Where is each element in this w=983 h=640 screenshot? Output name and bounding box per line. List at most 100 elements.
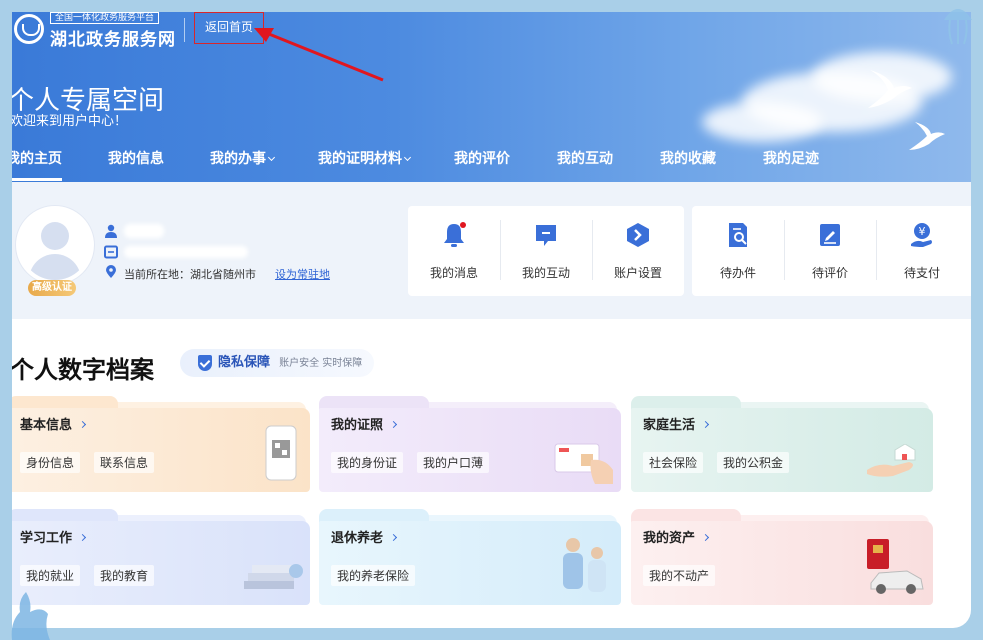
nav-tab-label: 我的评价 xyxy=(454,151,510,167)
shield-icon xyxy=(198,355,212,371)
category-card-study-work[interactable]: 学习工作 我的就业 我的教育 xyxy=(12,509,310,605)
avatar[interactable] xyxy=(16,206,94,284)
chevron-right-icon xyxy=(389,420,398,429)
elderly-couple-icon xyxy=(563,538,606,592)
chat-icon xyxy=(536,225,556,246)
nav-tab-label: 我的足迹 xyxy=(763,151,819,167)
jellyfish-decoration-icon xyxy=(944,9,972,45)
page-subtitle: 欢迎来到用户中心！ xyxy=(12,114,128,129)
payment-icon: ¥ xyxy=(911,223,932,247)
user-id-masked xyxy=(124,246,248,258)
category-card-family-life[interactable]: 家庭生活 社会保险 我的公积金 xyxy=(631,396,933,492)
chevron-right-icon xyxy=(701,533,710,542)
category-title-text: 学习工作 xyxy=(20,531,73,546)
user-icon xyxy=(105,224,117,238)
category-title: 学习工作 xyxy=(20,527,87,546)
coral-decoration-icon xyxy=(11,592,51,640)
category-title-text: 我的资产 xyxy=(643,531,696,546)
nav-tab-favorites[interactable]: 我的收藏 xyxy=(660,148,716,182)
quick-account-settings[interactable]: 账户设置 xyxy=(592,206,684,296)
header-divider xyxy=(184,18,185,42)
quick-actions-tasks: 待办件 待评价 ¥ 待支付 xyxy=(692,206,971,296)
quick-pending-payment[interactable]: ¥ 待支付 xyxy=(876,206,968,296)
nav-tab-label: 我的证明材料 xyxy=(318,151,402,167)
quick-pending-review[interactable]: 待评价 xyxy=(784,206,876,296)
id-card-icon xyxy=(104,245,118,259)
category-title-text: 我的证照 xyxy=(331,418,384,433)
chevron-right-icon xyxy=(701,420,710,429)
tag-housing-fund[interactable]: 我的公积金 xyxy=(717,452,790,473)
chevron-down-icon xyxy=(267,153,276,162)
category-card-retirement[interactable]: 退休养老 我的养老保险 xyxy=(319,509,621,605)
nav-tab-label: 我的互动 xyxy=(557,151,613,167)
app-window: 全国一体化政务服务平台 湖北政务服务网 返回首页 个人专属空间 欢迎来到用户中心… xyxy=(12,12,971,628)
category-title-text: 退休养老 xyxy=(331,531,384,546)
chevron-down-icon xyxy=(403,153,412,162)
set-residence-link[interactable]: 设为常驻地 xyxy=(275,266,330,282)
category-title-text: 家庭生活 xyxy=(643,418,696,433)
books-icon xyxy=(244,564,303,589)
quick-pending-items[interactable]: 待办件 xyxy=(692,206,784,296)
privacy-desc: 账户安全 实时保障 xyxy=(279,358,363,369)
nav-tab-home[interactable]: 我的主页 xyxy=(12,148,62,182)
logo-subtitle: 全国一体化政务服务平台 xyxy=(50,12,160,24)
category-title: 退休养老 xyxy=(331,527,398,546)
quick-label: 账户设置 xyxy=(613,266,662,280)
chevron-right-icon xyxy=(78,533,87,542)
tag-household-register[interactable]: 我的户口薄 xyxy=(417,452,490,473)
nav-tab-reviews[interactable]: 我的评价 xyxy=(454,148,510,182)
tag-employment[interactable]: 我的就业 xyxy=(20,565,81,586)
privacy-title: 隐私保障 xyxy=(218,355,271,370)
quick-actions-account: 我的消息 我的互动 账户设置 xyxy=(408,206,684,296)
quick-my-messages[interactable]: 我的消息 xyxy=(408,206,500,296)
logo-title: 湖北政务服务网 xyxy=(50,30,176,50)
category-title-text: 基本信息 xyxy=(20,418,73,433)
category-tags: 我的养老保险 xyxy=(331,565,416,586)
nav-tab-affairs[interactable]: 我的办事 xyxy=(210,148,276,182)
quick-label: 待支付 xyxy=(903,266,940,280)
category-title: 家庭生活 xyxy=(643,414,710,433)
avatar-head xyxy=(41,222,69,250)
archive-title: 个人数字档案 xyxy=(12,356,154,384)
tag-contact-info[interactable]: 联系信息 xyxy=(94,452,155,473)
tag-pension-insurance[interactable]: 我的养老保险 xyxy=(331,565,416,586)
category-title: 基本信息 xyxy=(20,414,87,433)
bird-icon xyxy=(909,122,945,150)
quick-label: 待办件 xyxy=(719,266,756,280)
tag-identity-info[interactable]: 身份信息 xyxy=(20,452,81,473)
id-card-hand-icon xyxy=(554,443,613,484)
settings-hex-icon xyxy=(627,223,649,247)
tag-real-estate[interactable]: 我的不动产 xyxy=(643,565,716,586)
category-title: 我的资产 xyxy=(643,527,710,546)
nav-tab-label: 我的主页 xyxy=(12,151,62,167)
nav-tab-label: 我的信息 xyxy=(108,151,164,167)
tag-social-insurance[interactable]: 社会保险 xyxy=(643,452,704,473)
profile-section: 高级认证 当前所在地：湖北省随州市 设为常驻地 我的消息 我的互动 账户设置 待… xyxy=(12,182,971,319)
category-card-certificates[interactable]: 我的证照 我的身份证 我的户口薄 xyxy=(319,396,621,492)
quick-my-interaction[interactable]: 我的互动 xyxy=(500,206,592,296)
property-car-icon xyxy=(867,539,924,594)
chevron-right-icon xyxy=(389,533,398,542)
phone-qr-icon xyxy=(265,425,297,481)
hand-house-icon xyxy=(867,444,916,477)
location-icon xyxy=(106,265,116,278)
chevron-right-icon xyxy=(78,420,87,429)
tag-id-card[interactable]: 我的身份证 xyxy=(331,452,404,473)
nav-tab-footprints[interactable]: 我的足迹 xyxy=(763,148,819,182)
bell-icon xyxy=(444,222,466,247)
tag-education[interactable]: 我的教育 xyxy=(94,565,155,586)
category-card-assets[interactable]: 我的资产 我的不动产 xyxy=(631,509,933,605)
nav-tab-info[interactable]: 我的信息 xyxy=(108,148,164,182)
nav-tab-certificates[interactable]: 我的证明材料 xyxy=(318,148,412,182)
category-card-basic-info[interactable]: 基本信息 身份信息 联系信息 xyxy=(12,396,310,492)
cloud-decoration xyxy=(702,102,822,142)
category-tags: 我的就业 我的教育 xyxy=(20,565,155,586)
category-tags: 我的身份证 我的户口薄 xyxy=(331,452,490,473)
category-tags: 我的不动产 xyxy=(643,565,716,586)
edit-icon xyxy=(820,224,840,246)
nav-tab-label: 我的收藏 xyxy=(660,151,716,167)
annotation-arrow-icon xyxy=(254,28,384,82)
category-tags: 身份信息 联系信息 xyxy=(20,452,155,473)
nav-tab-interaction[interactable]: 我的互动 xyxy=(557,148,613,182)
site-logo[interactable]: 全国一体化政务服务平台 湖北政务服务网 xyxy=(12,12,182,50)
